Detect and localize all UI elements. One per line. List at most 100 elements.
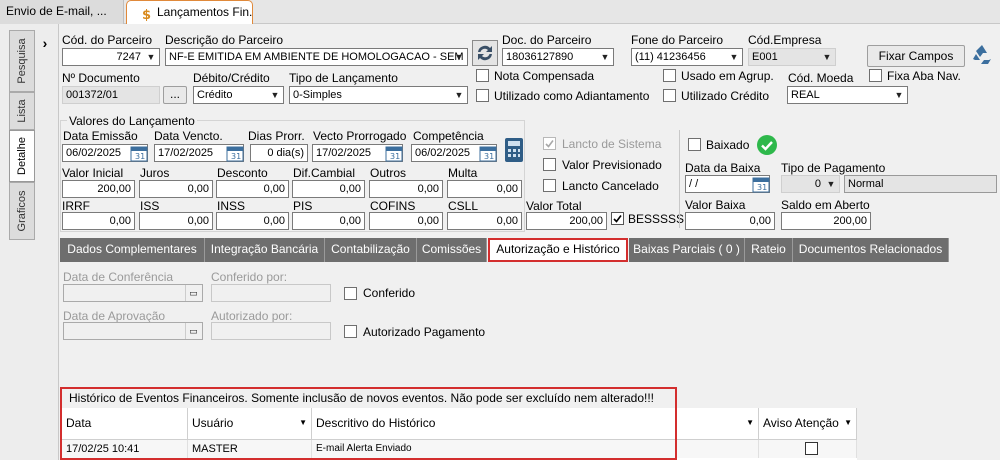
check-icon — [613, 215, 622, 223]
tab-comissoes[interactable]: Comissões — [417, 238, 487, 262]
num-doc-label: Nº Documento — [62, 71, 140, 85]
usado-agrup-checkbox[interactable] — [663, 69, 676, 82]
chevron-down-icon: ▼ — [600, 52, 610, 62]
descricao-label: Descrição do Parceiro — [165, 33, 284, 47]
iss-label: ISS — [140, 199, 160, 213]
aviso-checkbox[interactable] — [805, 442, 818, 455]
num-doc-field[interactable]: 001372/01 — [62, 86, 160, 104]
moeda-select[interactable]: REAL ▼ — [787, 86, 908, 104]
refresh-button[interactable] — [472, 40, 498, 66]
doc-parceiro-field[interactable]: 18036127890 ▼ — [502, 48, 614, 66]
tab-envio-email[interactable]: Envio de E-mail, ... — [0, 0, 124, 24]
prorr-field[interactable]: 0 dia(s) — [250, 144, 308, 162]
column-header-aviso[interactable]: Aviso Atenção ▼ — [759, 408, 857, 440]
tab-rateio[interactable]: Rateio — [745, 238, 793, 262]
outros-field[interactable]: 0,00 — [369, 180, 443, 198]
dollar-icon: $ — [139, 6, 153, 23]
cofins-field[interactable]: 0,00 — [369, 212, 443, 230]
nota-compensada-checkbox[interactable] — [476, 69, 489, 82]
doc-parceiro-label: Doc. do Parceiro — [502, 33, 592, 47]
difcamb-field[interactable]: 0,00 — [292, 180, 365, 198]
calendar-icon[interactable]: 31 — [385, 144, 403, 162]
baixado-checkbox[interactable] — [688, 138, 701, 151]
tab-label: Envio de E-mail, ... — [6, 4, 107, 18]
svg-text:31: 31 — [231, 152, 241, 161]
debcred-select[interactable]: Crédito ▼ — [193, 86, 284, 104]
table-cell-aviso[interactable] — [759, 440, 857, 458]
total-label: Valor Total — [526, 199, 582, 213]
valor-prev-checkbox[interactable] — [543, 158, 556, 171]
chevron-down-icon: ▼ — [146, 52, 156, 62]
utilizado-credito-checkbox[interactable] — [663, 89, 676, 102]
inss-label: INSS — [217, 199, 246, 213]
sidebar-item-pesquisa[interactable]: Pesquisa — [9, 30, 35, 92]
tab-dados-complementares[interactable]: Dados Complementares — [60, 238, 205, 262]
fone-field[interactable]: (11) 41236456 ▼ — [631, 48, 743, 66]
inicial-field[interactable]: 200,00 — [62, 180, 135, 198]
calendar-icon[interactable]: 31 — [752, 175, 770, 193]
conferido-checkbox[interactable] — [344, 287, 357, 300]
tab-integracao-bancaria[interactable]: Integração Bancária — [205, 238, 325, 262]
recycle-icon[interactable] — [969, 42, 995, 68]
calculator-icon[interactable] — [504, 137, 524, 163]
vencto-label: Data Vencto. — [154, 129, 223, 143]
tipo-pag-select[interactable]: 0 ▼ — [781, 175, 840, 193]
moeda-label: Cód. Moeda — [788, 71, 854, 85]
tab-baixas-parciais[interactable]: Baixas Parciais ( 0 ) — [629, 238, 745, 262]
adiantamento-checkbox[interactable] — [476, 89, 489, 102]
lancto-cancel-checkbox[interactable] — [543, 179, 556, 192]
sidebar-item-label: Lista — [16, 99, 28, 123]
saldo-field[interactable]: 200,00 — [781, 212, 871, 230]
fixa-aba-checkbox[interactable] — [869, 69, 882, 82]
valor-baixa-field[interactable]: 0,00 — [685, 212, 775, 230]
sidebar-item-detalhe[interactable]: Detalhe — [9, 130, 35, 182]
juros-field[interactable]: 0,00 — [139, 180, 213, 198]
sort-down-icon: ▼ — [746, 418, 754, 427]
valor-baixa-label: Valor Baixa — [685, 198, 746, 212]
calendar-icon[interactable]: 31 — [479, 144, 497, 162]
csll-field[interactable]: 0,00 — [447, 212, 522, 230]
utilizado-credito-label: Utilizado Crédito — [681, 89, 770, 103]
empresa-select[interactable]: E001 ▼ — [748, 48, 836, 66]
adiantamento-label: Utilizado como Adiantamento — [494, 89, 650, 103]
tipo-lanc-select[interactable]: 0-Simples ▼ — [289, 86, 468, 104]
sidebar-item-label: Detalhe — [16, 137, 28, 175]
chevron-right-icon[interactable]: › — [37, 34, 53, 52]
refresh-icon — [478, 45, 492, 61]
total-field[interactable]: 200,00 — [526, 212, 607, 230]
cod-parceiro-field[interactable]: 7247 ▼ — [62, 48, 160, 66]
inss-field[interactable]: 0,00 — [216, 212, 289, 230]
lancto-sistema-checkbox — [543, 137, 556, 150]
field-value: REAL — [791, 89, 820, 101]
fixar-campos-button[interactable]: Fixar Campos — [867, 45, 965, 67]
num-doc-lookup-button[interactable]: ... — [163, 86, 187, 104]
check-circle-icon — [756, 134, 778, 156]
aut-pag-checkbox[interactable] — [344, 325, 357, 338]
tab-autorizacao-historico[interactable]: Autorização e Histórico — [488, 238, 628, 262]
iss-field[interactable]: 0,00 — [139, 212, 213, 230]
multa-field[interactable]: 0,00 — [447, 180, 522, 198]
desconto-label: Desconto — [217, 166, 268, 180]
sidebar-item-lista[interactable]: Lista — [9, 92, 35, 130]
tab-lancamentos[interactable]: $ Lançamentos Fin... — [126, 0, 253, 24]
irrf-field[interactable]: 0,00 — [62, 212, 135, 230]
fixa-aba-label: Fixa Aba Nav. — [887, 69, 961, 83]
lancto-cancel-label: Lancto Cancelado — [562, 179, 659, 193]
tab-contabilizacao[interactable]: Contabilização — [325, 238, 417, 262]
cofins-label: COFINS — [370, 199, 416, 213]
column-label: Aviso Atenção — [763, 416, 839, 430]
calendar-icon[interactable]: 31 — [226, 144, 244, 162]
descricao-field[interactable]: NF-E EMITIDA EM AMBIENTE DE HOMOLOGACAO … — [165, 48, 468, 66]
conf-por-label: Conferido por: — [211, 270, 288, 284]
desconto-field[interactable]: 0,00 — [216, 180, 289, 198]
tab-documentos-relacionados[interactable]: Documentos Relacionados — [793, 238, 949, 262]
pis-field[interactable]: 0,00 — [292, 212, 365, 230]
inicial-label: Valor Inicial — [62, 166, 124, 180]
bes-checkbox[interactable] — [611, 212, 624, 225]
calendar-icon[interactable]: 31 — [130, 144, 148, 162]
conf-por-field — [211, 284, 331, 302]
sidebar-item-graficos[interactable]: Graficos — [9, 182, 35, 240]
sidebar-item-label: Pesquisa — [16, 38, 28, 84]
vprorr-label: Vecto Prorrogado — [313, 129, 407, 143]
conferido-label: Conferido — [363, 286, 416, 300]
